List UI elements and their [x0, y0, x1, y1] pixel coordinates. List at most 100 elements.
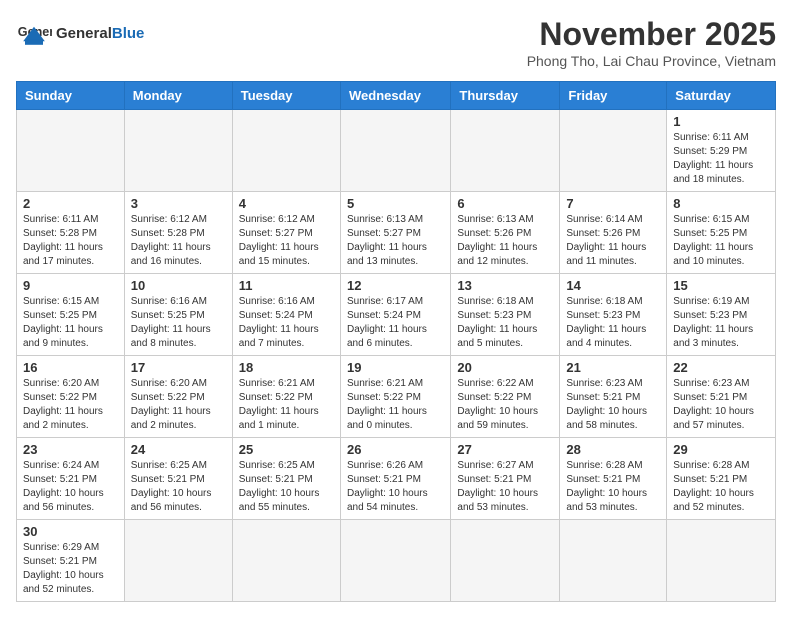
- weekday-header-monday: Monday: [124, 82, 232, 110]
- calendar-cell: 10 Sunrise: 6:16 AM Sunset: 5:25 PM Dayli…: [124, 274, 232, 356]
- day-info: Sunrise: 6:23 AM Sunset: 5:21 PM Dayligh…: [673, 377, 769, 433]
- title-block: November 2025 Phong Tho, Lai Chau Provin…: [527, 16, 776, 69]
- day-info: Sunrise: 6:25 AM Sunset: 5:21 PM Dayligh…: [131, 459, 226, 515]
- calendar-cell: 26 Sunrise: 6:26 AM Sunset: 5:21 PM Dayli…: [340, 438, 450, 520]
- day-number: 6: [457, 196, 553, 211]
- calendar-cell: [451, 110, 560, 192]
- calendar-table: SundayMondayTuesdayWednesdayThursdayFrid…: [16, 81, 776, 602]
- day-number: 25: [239, 442, 334, 457]
- day-number: 17: [131, 360, 226, 375]
- day-number: 22: [673, 360, 769, 375]
- day-info: Sunrise: 6:16 AM Sunset: 5:25 PM Dayligh…: [131, 295, 226, 351]
- calendar-cell: 9Sunrise: 6:15 AM Sunset: 5:25 PM Daylig…: [17, 274, 125, 356]
- location-subtitle: Phong Tho, Lai Chau Province, Vietnam: [527, 53, 776, 69]
- weekday-header-tuesday: Tuesday: [232, 82, 340, 110]
- calendar-cell: 24 Sunrise: 6:25 AM Sunset: 5:21 PM Dayli…: [124, 438, 232, 520]
- calendar-cell: [124, 110, 232, 192]
- calendar-week-row: 9Sunrise: 6:15 AM Sunset: 5:25 PM Daylig…: [17, 274, 776, 356]
- day-number: 10: [131, 278, 226, 293]
- calendar-week-row: 30 Sunrise: 6:29 AM Sunset: 5:21 PM Dayli…: [17, 520, 776, 602]
- weekday-header-row: SundayMondayTuesdayWednesdayThursdayFrid…: [17, 82, 776, 110]
- day-number: 1: [673, 114, 769, 129]
- day-info: Sunrise: 6:27 AM Sunset: 5:21 PM Dayligh…: [457, 459, 553, 515]
- day-info: Sunrise: 6:16 AM Sunset: 5:24 PM Dayligh…: [239, 295, 334, 351]
- calendar-cell: 19 Sunrise: 6:21 AM Sunset: 5:22 PM Dayli…: [340, 356, 450, 438]
- day-info: Sunrise: 6:24 AM Sunset: 5:21 PM Dayligh…: [23, 459, 118, 515]
- day-number: 28: [566, 442, 660, 457]
- calendar-cell: [340, 520, 450, 602]
- day-number: 3: [131, 196, 226, 211]
- calendar-cell: 15 Sunrise: 6:19 AM Sunset: 5:23 PM Dayli…: [667, 274, 776, 356]
- calendar-cell: 6Sunrise: 6:13 AM Sunset: 5:26 PM Daylig…: [451, 192, 560, 274]
- day-info: Sunrise: 6:19 AM Sunset: 5:23 PM Dayligh…: [673, 295, 769, 351]
- day-info: Sunrise: 6:21 AM Sunset: 5:22 PM Dayligh…: [239, 377, 334, 433]
- calendar-cell: [232, 110, 340, 192]
- day-info: Sunrise: 6:20 AM Sunset: 5:22 PM Dayligh…: [23, 377, 118, 433]
- logo-icon: General: [16, 16, 52, 52]
- day-number: 15: [673, 278, 769, 293]
- calendar-cell: 16 Sunrise: 6:20 AM Sunset: 5:22 PM Dayli…: [17, 356, 125, 438]
- day-info: Sunrise: 6:15 AM Sunset: 5:25 PM Dayligh…: [673, 213, 769, 269]
- day-info: Sunrise: 6:14 AM Sunset: 5:26 PM Dayligh…: [566, 213, 660, 269]
- day-number: 14: [566, 278, 660, 293]
- calendar-cell: 3 Sunrise: 6:12 AM Sunset: 5:28 PM Daylig…: [124, 192, 232, 274]
- day-info: Sunrise: 6:28 AM Sunset: 5:21 PM Dayligh…: [566, 459, 660, 515]
- day-info: Sunrise: 6:26 AM Sunset: 5:21 PM Dayligh…: [347, 459, 444, 515]
- calendar-cell: 13 Sunrise: 6:18 AM Sunset: 5:23 PM Dayli…: [451, 274, 560, 356]
- day-info: Sunrise: 6:11 AM Sunset: 5:28 PM Dayligh…: [23, 213, 118, 269]
- calendar-cell: 8Sunrise: 6:15 AM Sunset: 5:25 PM Daylig…: [667, 192, 776, 274]
- day-number: 4: [239, 196, 334, 211]
- day-number: 2: [23, 196, 118, 211]
- calendar-cell: 28 Sunrise: 6:28 AM Sunset: 5:21 PM Dayli…: [560, 438, 667, 520]
- day-info: Sunrise: 6:28 AM Sunset: 5:21 PM Dayligh…: [673, 459, 769, 515]
- calendar-cell: 27 Sunrise: 6:27 AM Sunset: 5:21 PM Dayli…: [451, 438, 560, 520]
- logo: General GeneralBlue: [16, 16, 144, 52]
- day-info: Sunrise: 6:20 AM Sunset: 5:22 PM Dayligh…: [131, 377, 226, 433]
- calendar-cell: 7 Sunrise: 6:14 AM Sunset: 5:26 PM Daylig…: [560, 192, 667, 274]
- calendar-cell: 4Sunrise: 6:12 AM Sunset: 5:27 PM Daylig…: [232, 192, 340, 274]
- calendar-cell: 20Sunrise: 6:22 AM Sunset: 5:22 PM Dayli…: [451, 356, 560, 438]
- day-number: 12: [347, 278, 444, 293]
- day-number: 19: [347, 360, 444, 375]
- day-number: 24: [131, 442, 226, 457]
- weekday-header-thursday: Thursday: [451, 82, 560, 110]
- day-number: 7: [566, 196, 660, 211]
- day-info: Sunrise: 6:23 AM Sunset: 5:21 PM Dayligh…: [566, 377, 660, 433]
- day-info: Sunrise: 6:18 AM Sunset: 5:23 PM Dayligh…: [457, 295, 553, 351]
- calendar-cell: [667, 520, 776, 602]
- weekday-header-wednesday: Wednesday: [340, 82, 450, 110]
- calendar-week-row: 1Sunrise: 6:11 AM Sunset: 5:29 PM Daylig…: [17, 110, 776, 192]
- day-number: 30: [23, 524, 118, 539]
- day-number: 20: [457, 360, 553, 375]
- day-number: 27: [457, 442, 553, 457]
- calendar-cell: 22 Sunrise: 6:23 AM Sunset: 5:21 PM Dayli…: [667, 356, 776, 438]
- day-number: 11: [239, 278, 334, 293]
- day-info: Sunrise: 6:17 AM Sunset: 5:24 PM Dayligh…: [347, 295, 444, 351]
- calendar-cell: 1Sunrise: 6:11 AM Sunset: 5:29 PM Daylig…: [667, 110, 776, 192]
- month-year-title: November 2025: [527, 16, 776, 53]
- day-info: Sunrise: 6:25 AM Sunset: 5:21 PM Dayligh…: [239, 459, 334, 515]
- day-number: 13: [457, 278, 553, 293]
- weekday-header-sunday: Sunday: [17, 82, 125, 110]
- calendar-week-row: 23 Sunrise: 6:24 AM Sunset: 5:21 PM Dayli…: [17, 438, 776, 520]
- day-info: Sunrise: 6:12 AM Sunset: 5:28 PM Dayligh…: [131, 213, 226, 269]
- calendar-cell: [17, 110, 125, 192]
- weekday-header-friday: Friday: [560, 82, 667, 110]
- day-info: Sunrise: 6:29 AM Sunset: 5:21 PM Dayligh…: [23, 541, 118, 597]
- calendar-cell: [232, 520, 340, 602]
- day-info: Sunrise: 6:21 AM Sunset: 5:22 PM Dayligh…: [347, 377, 444, 433]
- calendar-cell: 21 Sunrise: 6:23 AM Sunset: 5:21 PM Dayli…: [560, 356, 667, 438]
- calendar-cell: 18 Sunrise: 6:21 AM Sunset: 5:22 PM Dayli…: [232, 356, 340, 438]
- day-number: 5: [347, 196, 444, 211]
- day-number: 21: [566, 360, 660, 375]
- day-number: 23: [23, 442, 118, 457]
- day-number: 16: [23, 360, 118, 375]
- day-number: 18: [239, 360, 334, 375]
- calendar-cell: 25 Sunrise: 6:25 AM Sunset: 5:21 PM Dayli…: [232, 438, 340, 520]
- calendar-cell: [560, 520, 667, 602]
- calendar-week-row: 16 Sunrise: 6:20 AM Sunset: 5:22 PM Dayli…: [17, 356, 776, 438]
- calendar-week-row: 2 Sunrise: 6:11 AM Sunset: 5:28 PM Daylig…: [17, 192, 776, 274]
- calendar-cell: 23 Sunrise: 6:24 AM Sunset: 5:21 PM Dayli…: [17, 438, 125, 520]
- day-number: 26: [347, 442, 444, 457]
- calendar-cell: 14Sunrise: 6:18 AM Sunset: 5:23 PM Dayli…: [560, 274, 667, 356]
